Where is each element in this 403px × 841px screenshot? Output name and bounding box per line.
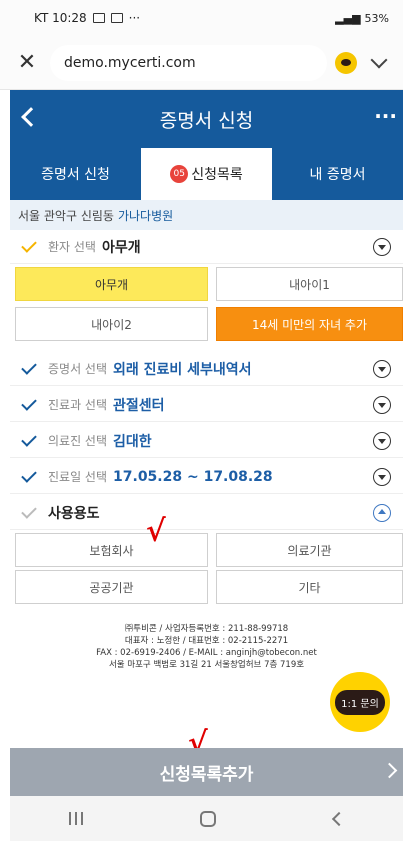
company-info: ㈜투비콘 / 사업자등록번호 : 211-88-99718 대표자 : 노정한 … bbox=[10, 623, 403, 671]
footer-line: ㈜투비콘 / 사업자등록번호 : 211-88-99718 bbox=[124, 624, 289, 634]
department-select-row[interactable]: 진료과 선택 관절센터 bbox=[10, 388, 403, 422]
recent-apps-icon[interactable] bbox=[68, 812, 83, 825]
row-label: 증명서 선택 bbox=[48, 362, 108, 376]
tab-label: 신청목록 bbox=[191, 167, 243, 183]
check-icon bbox=[21, 466, 37, 483]
tab-certificate-request[interactable]: 증명서 신청 bbox=[10, 148, 141, 200]
chevron-right-icon bbox=[381, 762, 398, 779]
patient-option-self[interactable]: 아무개 bbox=[15, 267, 208, 301]
row-value: 아무개 bbox=[101, 239, 141, 256]
usage-option-insurance[interactable]: 보험회사 bbox=[15, 533, 208, 567]
inquiry-chat-button[interactable]: 1:1 문의 bbox=[330, 672, 390, 732]
chevron-down-circle-icon[interactable] bbox=[373, 237, 391, 256]
status-time: KT 10:28 bbox=[34, 11, 87, 25]
page-title: 증명서 신청 bbox=[159, 109, 254, 132]
row-value: 외래 진료비 세부내역서 bbox=[113, 361, 252, 378]
address-bar[interactable]: demo.mycerti.com bbox=[50, 44, 327, 81]
tab-label: 내 증명서 bbox=[309, 167, 366, 183]
system-nav-bar bbox=[10, 796, 403, 841]
mail-notification-icon bbox=[110, 13, 123, 23]
row-label: 진료일 선택 bbox=[48, 470, 108, 484]
option-label: 공공기관 bbox=[89, 580, 134, 595]
option-label: 보험회사 bbox=[89, 543, 134, 558]
patient-option-child1[interactable]: 내아이1 bbox=[216, 267, 403, 301]
red-check-annotation: √ bbox=[146, 514, 166, 549]
patient-select-row[interactable]: 환자 선택 아무개 bbox=[10, 230, 403, 264]
check-icon bbox=[21, 502, 37, 519]
footer-line: 대표자 : 노정한 / 대표번호 : 02-2115-2271 bbox=[124, 636, 289, 646]
chevron-down-circle-icon[interactable] bbox=[373, 431, 391, 450]
status-right: ▂▄▆ 53% bbox=[335, 12, 389, 25]
usage-option-public[interactable]: 공공기관 bbox=[15, 570, 208, 604]
row-label: 사용용도 bbox=[48, 505, 100, 522]
footer-line: FAX : 02-6919-2406 / E-MAIL : anginjh@to… bbox=[96, 648, 317, 658]
chevron-down-circle-icon[interactable] bbox=[373, 467, 391, 486]
add-request-button[interactable]: 신청목록추가 bbox=[10, 748, 403, 796]
patient-option-child2[interactable]: 내아이2 bbox=[15, 307, 208, 341]
chat-label: 1:1 문의 bbox=[335, 689, 385, 715]
check-icon bbox=[21, 236, 37, 253]
more-notifications-icon: ··· bbox=[128, 11, 141, 25]
option-label: 의료기관 bbox=[287, 543, 332, 558]
hospital-name: 가나다병원 bbox=[117, 208, 174, 223]
app-header: 증명서 신청 ··· bbox=[10, 90, 403, 148]
option-label: 기타 bbox=[298, 580, 321, 595]
check-icon bbox=[21, 358, 37, 375]
row-label: 의료진 선택 bbox=[48, 434, 108, 448]
row-value: 관절센터 bbox=[113, 397, 165, 414]
row-label: 환자 선택 bbox=[48, 240, 96, 254]
option-label: 내아이2 bbox=[91, 317, 132, 332]
hospital-region: 서울 관악구 신림동 bbox=[18, 208, 114, 223]
row-value: 김대한 bbox=[113, 433, 152, 450]
check-icon bbox=[21, 430, 37, 447]
back-icon[interactable] bbox=[332, 811, 347, 826]
kakaotalk-icon[interactable] bbox=[335, 51, 357, 74]
cta-label: 신청목록추가 bbox=[159, 764, 254, 785]
option-label: 내아이1 bbox=[289, 277, 330, 292]
status-left: KT 10:28 ··· bbox=[34, 11, 140, 25]
back-arrow-icon[interactable] bbox=[21, 107, 41, 127]
option-label: 14세 미만의 자녀 추가 bbox=[251, 317, 368, 332]
add-child-button[interactable]: 14세 미만의 자녀 추가 bbox=[216, 307, 403, 341]
gallery-notification-icon bbox=[92, 13, 105, 23]
doctor-select-row[interactable]: 의료진 선택 김대한 bbox=[10, 424, 403, 458]
row-value: 17.05.28 ~ 17.08.28 bbox=[113, 468, 273, 485]
option-label: 아무개 bbox=[94, 277, 129, 292]
battery-percent: 53% bbox=[364, 11, 389, 25]
usage-option-other[interactable]: 기타 bbox=[216, 570, 403, 604]
usage-select-row[interactable]: 사용용도 bbox=[10, 496, 403, 530]
hospital-info: 서울 관악구 신림동 가나다병원 bbox=[10, 200, 403, 230]
status-bar: KT 10:28 ··· ▂▄▆ 53% bbox=[0, 0, 403, 36]
chevron-up-circle-icon[interactable] bbox=[373, 503, 391, 522]
footer-line: 서울 마포구 백범로 31길 21 서울창업허브 7층 719호 bbox=[108, 660, 305, 670]
chevron-down-circle-icon[interactable] bbox=[373, 359, 391, 378]
tab-request-list[interactable]: 05 신청목록 bbox=[141, 148, 272, 200]
row-label: 진료과 선택 bbox=[48, 398, 108, 412]
chevron-down-icon[interactable] bbox=[370, 51, 388, 68]
tab-my-certificates[interactable]: 내 증명서 bbox=[272, 148, 403, 200]
treatment-date-row[interactable]: 진료일 선택 17.05.28 ~ 17.08.28 bbox=[10, 460, 403, 494]
usage-option-medical[interactable]: 의료기관 bbox=[216, 533, 403, 567]
check-icon bbox=[21, 394, 37, 411]
close-tab-icon[interactable]: ✕ bbox=[12, 50, 42, 75]
home-icon[interactable] bbox=[200, 810, 217, 827]
chevron-down-circle-icon[interactable] bbox=[373, 395, 391, 414]
url-text: demo.mycerti.com bbox=[64, 54, 196, 71]
certificate-select-row[interactable]: 증명서 선택 외래 진료비 세부내역서 bbox=[10, 352, 403, 386]
tab-label: 증명서 신청 bbox=[41, 167, 110, 183]
more-menu-icon[interactable]: ··· bbox=[374, 104, 397, 128]
signal-icon: ▂▄▆ bbox=[335, 11, 361, 25]
count-badge: 05 bbox=[170, 165, 189, 183]
browser-toolbar: ✕ demo.mycerti.com bbox=[0, 36, 403, 90]
tab-bar: 증명서 신청 05 신청목록 내 증명서 bbox=[10, 148, 403, 200]
